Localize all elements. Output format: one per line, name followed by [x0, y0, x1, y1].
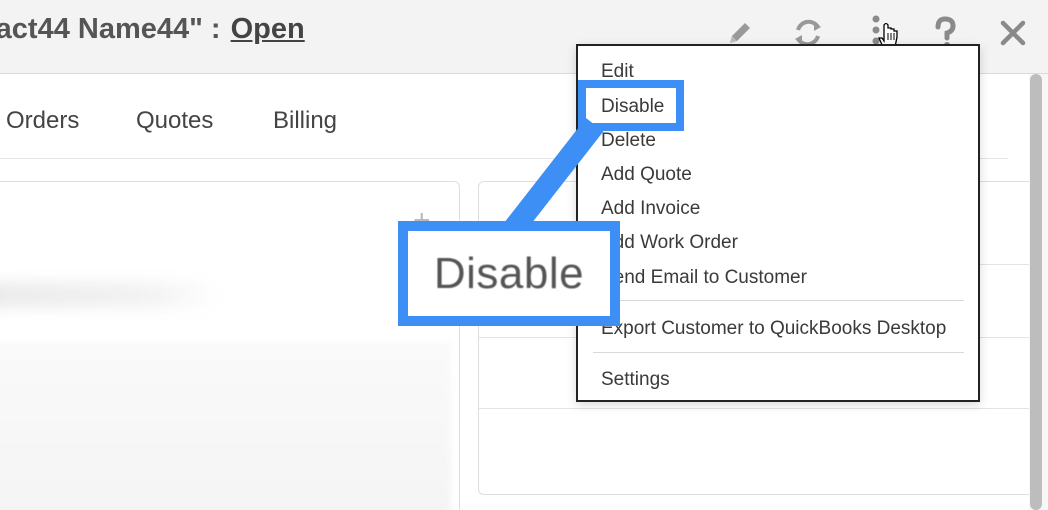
customer-name: tact44 Name44" :	[0, 13, 221, 45]
blurred-block	[0, 342, 451, 510]
status-link[interactable]: Open	[231, 13, 305, 45]
callout-zoom-box: Disable	[398, 221, 620, 326]
scrollbar-thumb[interactable]	[1030, 74, 1042, 510]
page-title: tact44 Name44" : Open	[0, 10, 305, 50]
menu-item-add-work-order[interactable]: Add Work Order	[601, 232, 738, 254]
menu-item-add-invoice[interactable]: Add Invoice	[601, 198, 700, 220]
divider	[479, 408, 1039, 409]
close-icon[interactable]	[993, 12, 1033, 54]
menu-item-delete[interactable]: Delete	[601, 130, 656, 152]
menu-item-send-email[interactable]: Send Email to Customer	[601, 267, 807, 289]
blurred-content	[0, 282, 221, 308]
menu-separator	[593, 300, 964, 301]
tab-billing[interactable]: Billing	[273, 107, 337, 135]
tab-quotes[interactable]: Quotes	[136, 107, 213, 135]
app-window: tact44 Name44" : Open Orders Quotes Bill…	[0, 0, 1048, 510]
callout-label: Disable	[433, 248, 585, 298]
tab-orders[interactable]: Orders	[6, 107, 79, 135]
highlight-box	[578, 80, 684, 131]
menu-separator	[593, 352, 964, 353]
menu-item-settings[interactable]: Settings	[601, 369, 670, 391]
menu-item-export-quickbooks[interactable]: Export Customer to QuickBooks Desktop	[601, 318, 946, 340]
menu-item-add-quote[interactable]: Add Quote	[601, 164, 692, 186]
left-panel: +	[0, 181, 460, 510]
